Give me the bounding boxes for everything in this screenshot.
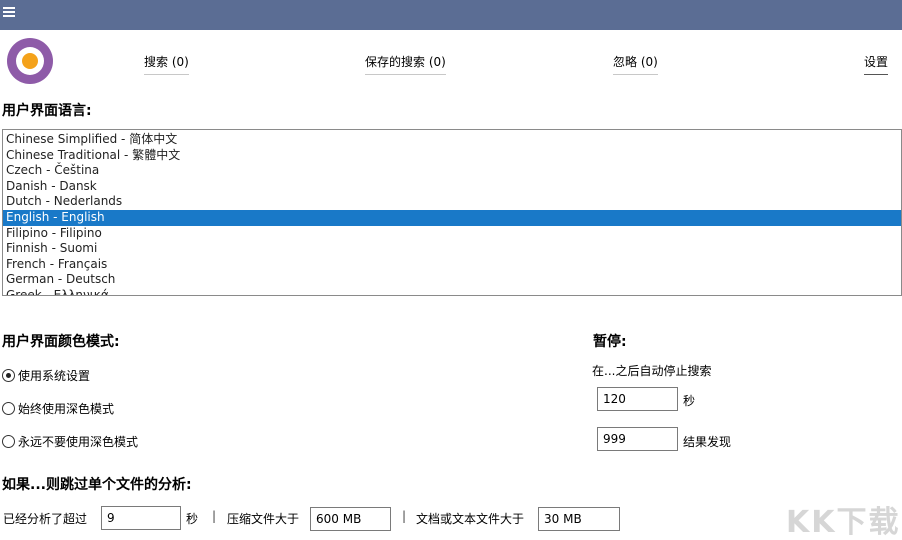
tab-saved-searches[interactable]: 保存的搜索 (0) [365, 53, 446, 75]
radio-label: 永远不要使用深色模式 [18, 435, 139, 449]
radio-unchecked-icon[interactable] [2, 435, 15, 448]
skip-analyzed-input[interactable]: 9 [101, 506, 181, 530]
tab-search[interactable]: 搜索 (0) [144, 53, 189, 75]
language-option[interactable]: Filipino - Filipino [3, 226, 901, 242]
language-option-selected[interactable]: English - English [3, 209, 901, 226]
skip-compressed-input[interactable]: 600 MB [310, 507, 391, 531]
language-option[interactable]: Dutch - Nederlands [3, 194, 901, 210]
radio-label: 使用系统设置 [18, 369, 91, 383]
radio-checked-icon[interactable] [2, 369, 15, 382]
language-option[interactable]: German - Deutsch [3, 272, 901, 288]
separator: | [212, 509, 217, 523]
color-mode-never-dark[interactable]: 永远不要使用深色模式 [2, 433, 138, 450]
skip-compressed-label: 压缩文件大于 [227, 512, 300, 526]
tab-ignored[interactable]: 忽略 (0) [613, 53, 658, 75]
radio-label: 始终使用深色模式 [18, 402, 115, 416]
color-mode-always-dark[interactable]: 始终使用深色模式 [2, 400, 114, 417]
tab-settings[interactable]: 设置 [864, 53, 889, 75]
title-bar [0, 0, 902, 30]
language-option[interactable]: Danish - Dansk [3, 179, 901, 195]
skip-document-input[interactable]: 30 MB [538, 507, 620, 531]
pause-results-unit: 结果发现 [683, 435, 732, 449]
skip-heading: 如果...则跳过单个文件的分析: [2, 477, 192, 493]
separator: | [402, 509, 407, 523]
language-option[interactable]: French - Français [3, 257, 901, 273]
pause-heading: 暂停: [593, 334, 627, 350]
hamburger-menu-icon[interactable] [3, 7, 15, 19]
radio-unchecked-icon[interactable] [2, 402, 15, 415]
pause-seconds-unit: 秒 [683, 394, 696, 408]
color-mode-system[interactable]: 使用系统设置 [2, 367, 90, 384]
skip-analyzed-unit: 秒 [186, 512, 199, 526]
pause-description: 在...之后自动停止搜索 [592, 364, 712, 378]
color-mode-heading: 用户界面颜色模式: [2, 334, 120, 350]
language-option[interactable]: Czech - Čeština [3, 163, 901, 179]
watermark-logo: KK下载 [786, 505, 901, 540]
pause-results-input[interactable]: 999 [597, 427, 678, 451]
language-option[interactable]: Finnish - Suomi [3, 241, 901, 257]
app-logo-icon [7, 38, 53, 84]
language-option[interactable]: Chinese Simplified - 简体中文 [3, 132, 901, 148]
language-option[interactable]: Chinese Traditional - 繁體中文 [3, 148, 901, 164]
language-option[interactable]: Greek - Ελληνικά [3, 288, 901, 295]
skip-analyzed-label: 已经分析了超过 [3, 512, 88, 526]
skip-document-label: 文档或文本文件大于 [416, 512, 525, 526]
pause-seconds-input[interactable]: 120 [597, 387, 678, 411]
language-heading: 用户界面语言: [2, 103, 92, 119]
language-list[interactable]: Chinese Simplified - 简体中文 Chinese Tradit… [2, 129, 902, 296]
